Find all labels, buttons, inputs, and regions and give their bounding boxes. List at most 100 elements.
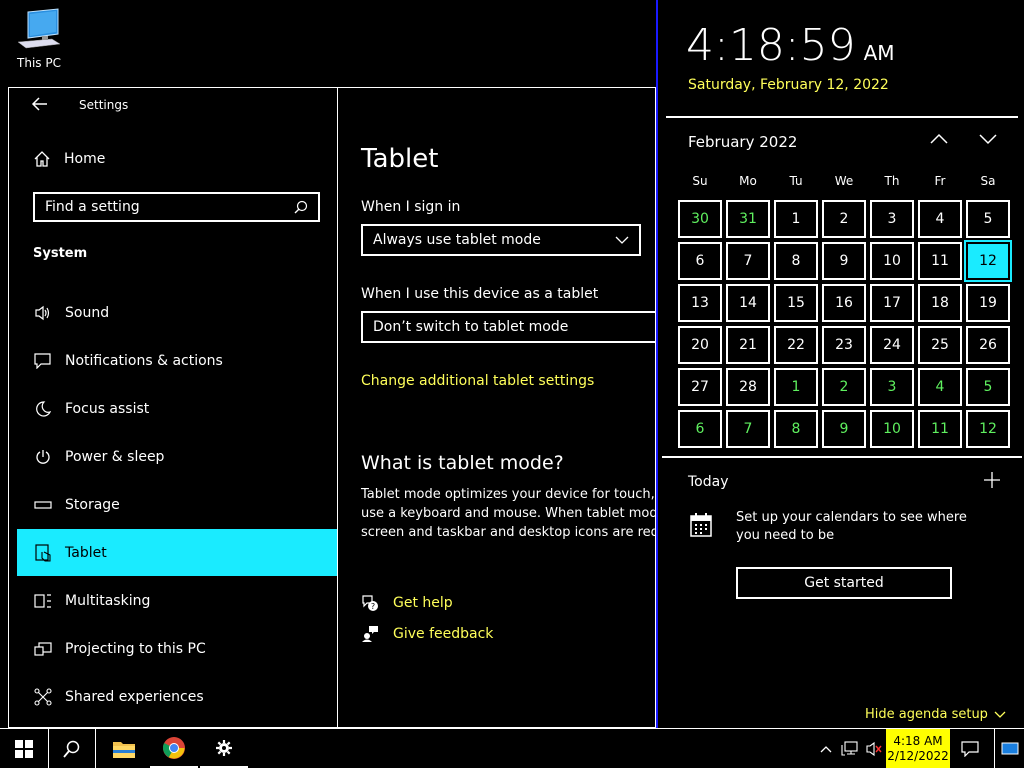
previous-month-button[interactable] (930, 133, 948, 145)
calendar-day[interactable]: 12 (964, 240, 1012, 282)
calendar-day[interactable]: 8 (774, 242, 818, 280)
show-hidden-icons-button[interactable] (814, 729, 838, 768)
calendar-day[interactable]: 31 (726, 200, 770, 238)
calendar-day[interactable]: 2 (822, 200, 866, 238)
calendar-day[interactable]: 14 (726, 284, 770, 322)
this-pc-label: This PC (17, 56, 61, 70)
back-button[interactable] (31, 96, 51, 112)
next-month-button[interactable] (979, 133, 997, 145)
nav-label: Sound (65, 304, 110, 321)
hide-agenda-button[interactable]: Hide agenda setup (865, 707, 1006, 722)
nav-power-sleep[interactable]: Power & sleep (17, 433, 337, 480)
calendar-day[interactable]: 4 (918, 200, 962, 238)
calendar-day[interactable]: 1 (774, 368, 818, 406)
nav-label: Storage (65, 496, 120, 513)
calendar-day[interactable]: 17 (870, 284, 914, 322)
long-date-link[interactable]: Saturday, February 12, 2022 (688, 77, 889, 93)
calendar-day[interactable]: 15 (774, 284, 818, 322)
nav-focus-assist[interactable]: Focus assist (17, 385, 337, 432)
calendar-day[interactable]: 23 (822, 326, 866, 364)
nav-home[interactable]: Home (33, 150, 105, 168)
settings-window: Settings Home Find a setting System Soun… (8, 87, 656, 728)
calendar-day[interactable]: 7 (726, 242, 770, 280)
nav-shared-experiences[interactable]: Shared experiences (17, 673, 337, 720)
taskbar-clock[interactable]: 4:18 AM 2/12/2022 (886, 729, 950, 768)
calendar-day[interactable]: 7 (726, 410, 770, 448)
file-explorer-button[interactable] (100, 729, 148, 768)
description-line: screen and taskbar and desktop icons are… (361, 525, 656, 540)
search-icon (294, 200, 308, 214)
calendar-day[interactable]: 11 (918, 242, 962, 280)
clock-display: 4:18:59 AM (686, 20, 895, 71)
device-label: When I use this device as a tablet (361, 286, 599, 302)
calendar-day[interactable]: 9 (822, 410, 866, 448)
find-setting-input[interactable]: Find a setting (33, 192, 320, 222)
calendar-day[interactable]: 25 (918, 326, 962, 364)
calendar-day[interactable]: 30 (678, 200, 722, 238)
nav-projecting[interactable]: Projecting to this PC (17, 625, 337, 672)
divider (666, 116, 1018, 118)
day-of-week-label: Fr (934, 174, 946, 188)
network-button[interactable] (838, 729, 862, 768)
home-icon (34, 151, 50, 167)
settings-taskbar-button[interactable] (200, 729, 248, 768)
gear-icon (216, 739, 232, 756)
nav-label: Multitasking (65, 592, 151, 609)
chrome-button[interactable] (150, 729, 198, 768)
nav-label: Projecting to this PC (65, 640, 206, 657)
calendar-day[interactable]: 10 (870, 410, 914, 448)
change-tablet-settings-link[interactable]: Change additional tablet settings (361, 373, 594, 389)
give-feedback-link[interactable]: Give feedback (361, 625, 493, 643)
calendar-day[interactable]: 11 (918, 410, 962, 448)
calendar-day[interactable]: 26 (966, 326, 1010, 364)
start-button[interactable] (0, 729, 48, 768)
calendar-day[interactable]: 9 (822, 242, 866, 280)
search-button[interactable] (48, 729, 96, 768)
action-center-button[interactable] (952, 729, 988, 768)
calendar-day[interactable]: 18 (918, 284, 962, 322)
taskbar-time: 4:18 AM (893, 733, 943, 748)
nav-multitasking[interactable]: Multitasking (17, 577, 337, 624)
calendar-day[interactable]: 8 (774, 410, 818, 448)
nav-label: Tablet (65, 544, 107, 561)
calendar-day[interactable]: 16 (822, 284, 866, 322)
nav-sound[interactable]: Sound (17, 289, 337, 336)
calendar-day[interactable]: 6 (678, 410, 722, 448)
device-dropdown[interactable]: Don’t switch to tablet mode (361, 311, 655, 343)
svg-text:?: ? (371, 602, 375, 611)
calendar-day[interactable]: 13 (678, 284, 722, 322)
nav-notifications[interactable]: Notifications & actions (17, 337, 337, 384)
calendar-day[interactable]: 2 (822, 368, 866, 406)
calendar-day[interactable]: 24 (870, 326, 914, 364)
this-pc-desktop-icon[interactable]: This PC (14, 8, 64, 70)
calendar-day[interactable]: 10 (870, 242, 914, 280)
calendar-day[interactable]: 28 (726, 368, 770, 406)
show-desktop-button[interactable] (994, 729, 1024, 768)
add-event-button[interactable] (984, 472, 1000, 488)
get-started-button[interactable]: Get started (736, 567, 952, 599)
calendar-day[interactable]: 6 (678, 242, 722, 280)
calendar-day[interactable]: 22 (774, 326, 818, 364)
calendar-day[interactable]: 19 (966, 284, 1010, 322)
calendar-day[interactable]: 5 (966, 200, 1010, 238)
calendar-day[interactable]: 21 (726, 326, 770, 364)
calendar-day[interactable]: 3 (870, 368, 914, 406)
calendar-day[interactable]: 12 (966, 410, 1010, 448)
nav-storage[interactable]: Storage (17, 481, 337, 528)
get-help-link[interactable]: ? Get help (361, 594, 453, 612)
taskbar: 4:18 AM 2/12/2022 (0, 728, 1024, 768)
calendar-day[interactable]: 20 (678, 326, 722, 364)
agenda-line: you need to be (736, 528, 835, 543)
calendar-day[interactable]: 1 (774, 200, 818, 238)
calendar-day[interactable]: 4 (918, 368, 962, 406)
calendar-day[interactable]: 5 (966, 368, 1010, 406)
sign-in-dropdown[interactable]: Always use tablet mode (361, 224, 641, 256)
back-arrow-icon (31, 97, 47, 111)
calendar-day[interactable]: 27 (678, 368, 722, 406)
volume-button[interactable] (862, 729, 886, 768)
shared-icon (34, 687, 52, 706)
storage-icon (34, 496, 52, 514)
calendar-day[interactable]: 3 (870, 200, 914, 238)
month-label[interactable]: February 2022 (688, 133, 797, 151)
nav-tablet[interactable]: Tablet (17, 529, 337, 576)
